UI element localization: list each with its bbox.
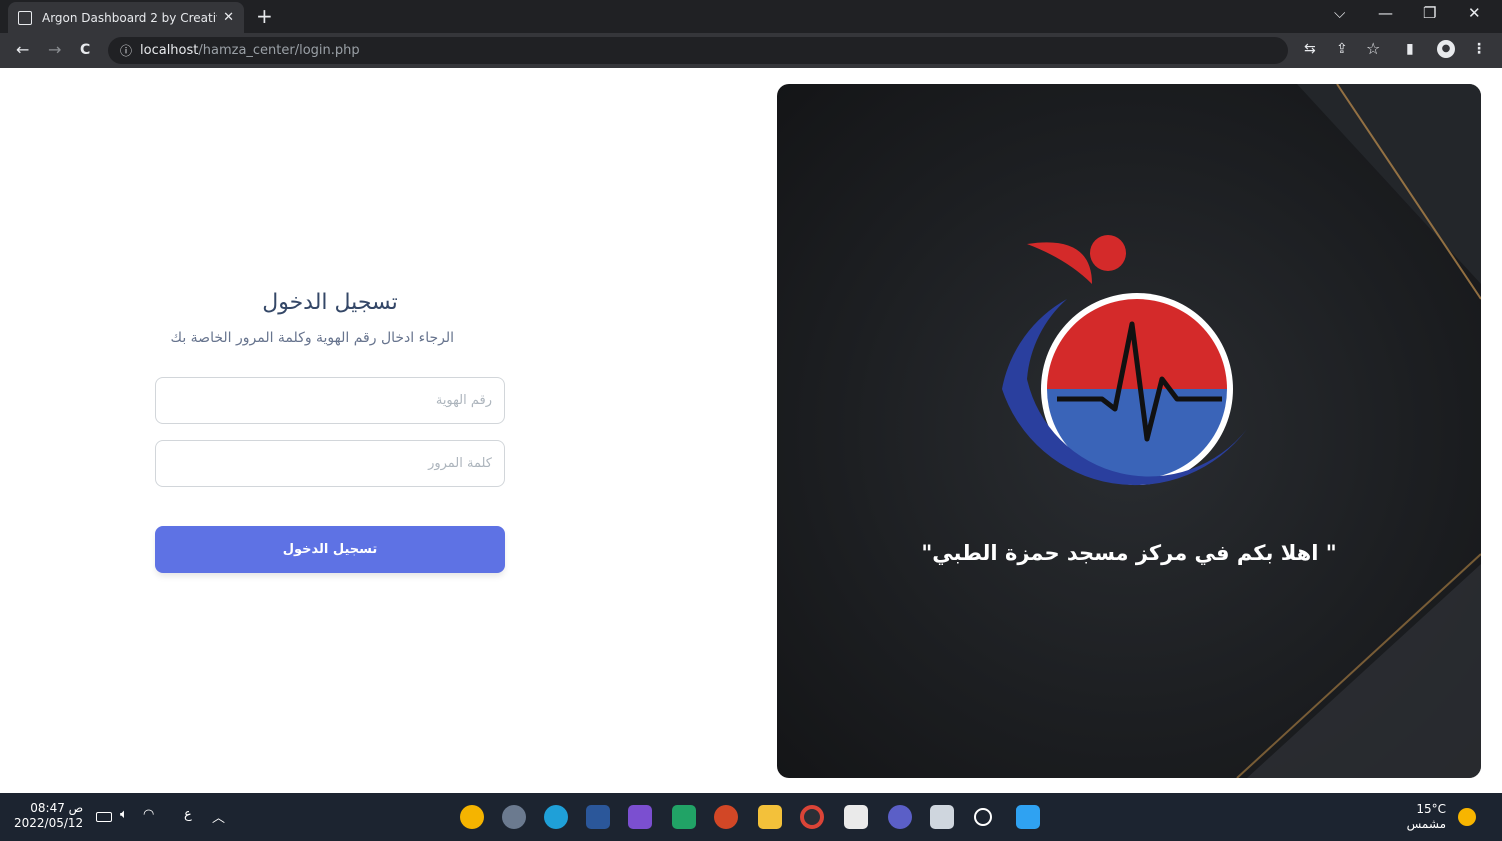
store-icon[interactable]	[844, 805, 868, 829]
file-explorer-icon[interactable]	[758, 805, 782, 829]
login-button[interactable]: تسجيل الدخول	[155, 526, 505, 573]
restore-button[interactable]: ❐	[1423, 4, 1436, 22]
weather-widget[interactable]: 15°C مشمس	[1404, 802, 1446, 832]
site-info-icon[interactable]: ⓘ	[120, 42, 132, 59]
tab-search-icon[interactable]: ⌵	[1334, 4, 1345, 22]
sun-icon	[1458, 808, 1476, 826]
password-input[interactable]	[155, 440, 505, 487]
profile-avatar-icon[interactable]: ●	[1437, 40, 1455, 58]
weather-desc: مشمس	[1406, 817, 1446, 831]
minimize-button[interactable]: —	[1378, 4, 1393, 22]
chrome-menu-icon[interactable]: ⋮	[1472, 41, 1486, 57]
reload-button[interactable]: C	[80, 42, 90, 58]
hero-welcome-text: " اهلا بكم في مركز مسجد حمزة الطبي"	[921, 541, 1337, 565]
windows-taskbar: 08:47 ص 2022/05/12 🔈︎ ◠ ع ︿ 15°C مشمس	[0, 793, 1502, 841]
back-button[interactable]: ←	[16, 40, 29, 59]
word-icon[interactable]	[586, 805, 610, 829]
login-title: تسجيل الدخول	[262, 290, 398, 315]
search-icon[interactable]	[974, 808, 992, 826]
login-page: تسجيل الدخول الرجاء ادخال رقم الهوية وكل…	[0, 68, 1502, 793]
powerpoint-icon[interactable]	[714, 805, 738, 829]
chrome-icon[interactable]	[800, 805, 824, 829]
start-icon[interactable]	[1016, 805, 1040, 829]
battery-icon[interactable]	[96, 812, 112, 822]
address-bar[interactable]: ⓘ localhost /hamza_center/login.php	[108, 37, 1288, 64]
url-host: localhost	[140, 43, 199, 58]
wifi-icon[interactable]: ◠	[143, 807, 154, 822]
clock-date: 2022/05/12	[14, 816, 84, 830]
id-number-input[interactable]	[155, 377, 505, 424]
qc-icon[interactable]	[672, 805, 696, 829]
forward-button[interactable]: →	[48, 40, 61, 59]
language-indicator[interactable]: ع	[184, 807, 192, 822]
new-tab-button[interactable]: +	[256, 4, 273, 28]
browser-tab-bar: Argon Dashboard 2 by Creative T ✕ + ⌵ — …	[0, 0, 1502, 33]
translate-icon[interactable]: ⇆	[1304, 41, 1316, 57]
bookmark-star-icon[interactable]: ☆	[1366, 39, 1380, 58]
weather-temp: 15°C	[1416, 802, 1446, 816]
tab-favicon-icon	[18, 10, 32, 25]
login-subtitle: الرجاء ادخال رقم الهوية وكلمة المرور الخ…	[170, 330, 454, 346]
browser-toolbar: ← → C ⓘ localhost /hamza_center/login.ph…	[0, 33, 1502, 68]
visual-studio-icon[interactable]	[628, 805, 652, 829]
clock-time: 08:47 ص	[30, 801, 84, 815]
edge-icon[interactable]	[544, 805, 568, 829]
settings-icon[interactable]	[502, 805, 526, 829]
teams-icon[interactable]	[888, 805, 912, 829]
share-icon[interactable]: ⇪	[1336, 41, 1348, 57]
browser-tab[interactable]: Argon Dashboard 2 by Creative T ✕	[8, 2, 244, 33]
hero-panel: " اهلا بكم في مركز مسجد حمزة الطبي"	[777, 84, 1481, 778]
tab-title: Argon Dashboard 2 by Creative T	[42, 10, 217, 25]
side-panel-icon[interactable]: ▮	[1406, 41, 1414, 57]
url-path: /hamza_center/login.php	[198, 43, 360, 58]
medical-center-logo	[1002, 235, 1247, 486]
close-window-button[interactable]: ✕	[1468, 4, 1481, 22]
taskbar-clock[interactable]: 08:47 ص 2022/05/12	[14, 801, 83, 831]
volume-icon[interactable]: 🔈︎	[120, 807, 128, 822]
task-view-icon[interactable]	[930, 805, 954, 829]
vpn-icon[interactable]	[460, 805, 484, 829]
show-hidden-icons-chevron-icon[interactable]: ︿	[212, 807, 225, 826]
tab-close-icon[interactable]: ✕	[223, 10, 234, 25]
